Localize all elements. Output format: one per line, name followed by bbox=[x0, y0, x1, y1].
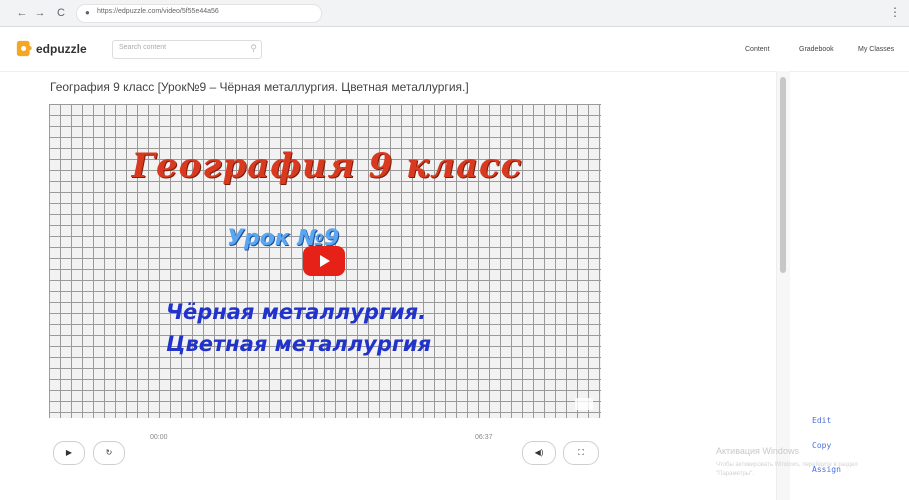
assign-link[interactable]: Assign bbox=[812, 465, 841, 474]
lock-icon: ● bbox=[85, 8, 90, 17]
nav-content[interactable]: Content bbox=[745, 46, 770, 53]
browser-menu-icon[interactable]: ⋮ bbox=[889, 5, 901, 19]
forward-icon[interactable]: → bbox=[34, 6, 46, 20]
scrollbar[interactable] bbox=[776, 71, 790, 500]
puzzle-icon bbox=[16, 40, 32, 57]
play-triangle-icon bbox=[320, 255, 330, 267]
play-button[interactable]: ▶ bbox=[53, 441, 85, 465]
search-placeholder: Search content bbox=[119, 44, 167, 51]
edpuzzle-logo[interactable]: edpuzzle bbox=[16, 39, 87, 58]
rewind-button[interactable]: ↻ bbox=[93, 441, 125, 465]
search-input[interactable]: Search content ⚲ bbox=[112, 40, 262, 59]
youtube-watermark-icon[interactable] bbox=[575, 398, 593, 410]
video-title: География 9 класс [Урок№9 – Чёрная метал… bbox=[50, 80, 469, 94]
reload-icon[interactable]: C bbox=[55, 6, 67, 20]
address-url: https://edpuzzle.com/video/5f55e44a56 bbox=[97, 8, 219, 15]
video-heading: География 9 класс bbox=[131, 146, 523, 186]
nav-gradebook[interactable]: Gradebook bbox=[799, 46, 834, 53]
site-header: edpuzzle Search content ⚲ Content Gradeb… bbox=[0, 27, 909, 72]
time-current: 00:00 bbox=[150, 434, 168, 441]
address-bar[interactable]: ● https://edpuzzle.com/video/5f55e44a56 bbox=[76, 4, 322, 23]
logo-text: edpuzzle bbox=[36, 41, 87, 56]
copy-link[interactable]: Copy bbox=[812, 441, 831, 450]
back-icon[interactable]: ← bbox=[16, 6, 28, 20]
nav-my-classes[interactable]: My Classes bbox=[858, 46, 894, 53]
browser-toolbar: ← → C ● https://edpuzzle.com/video/5f55e… bbox=[0, 0, 909, 27]
youtube-play-button[interactable] bbox=[303, 246, 345, 276]
video-topic-line2: Цветная металлургия bbox=[166, 332, 432, 356]
edit-link[interactable]: Edit bbox=[812, 416, 831, 425]
video-topic-line1: Чёрная металлургия. bbox=[166, 300, 427, 324]
time-total: 06:37 bbox=[475, 434, 493, 441]
windows-activation-title: Активация Windows bbox=[716, 446, 799, 456]
scrollbar-thumb[interactable] bbox=[780, 77, 786, 273]
fullscreen-button[interactable]: ⛶ bbox=[563, 441, 599, 465]
video-player[interactable]: География 9 класс Урок №9 Чёрная металлу… bbox=[49, 104, 601, 418]
volume-button[interactable]: ◀) bbox=[522, 441, 556, 465]
search-icon: ⚲ bbox=[250, 43, 257, 53]
